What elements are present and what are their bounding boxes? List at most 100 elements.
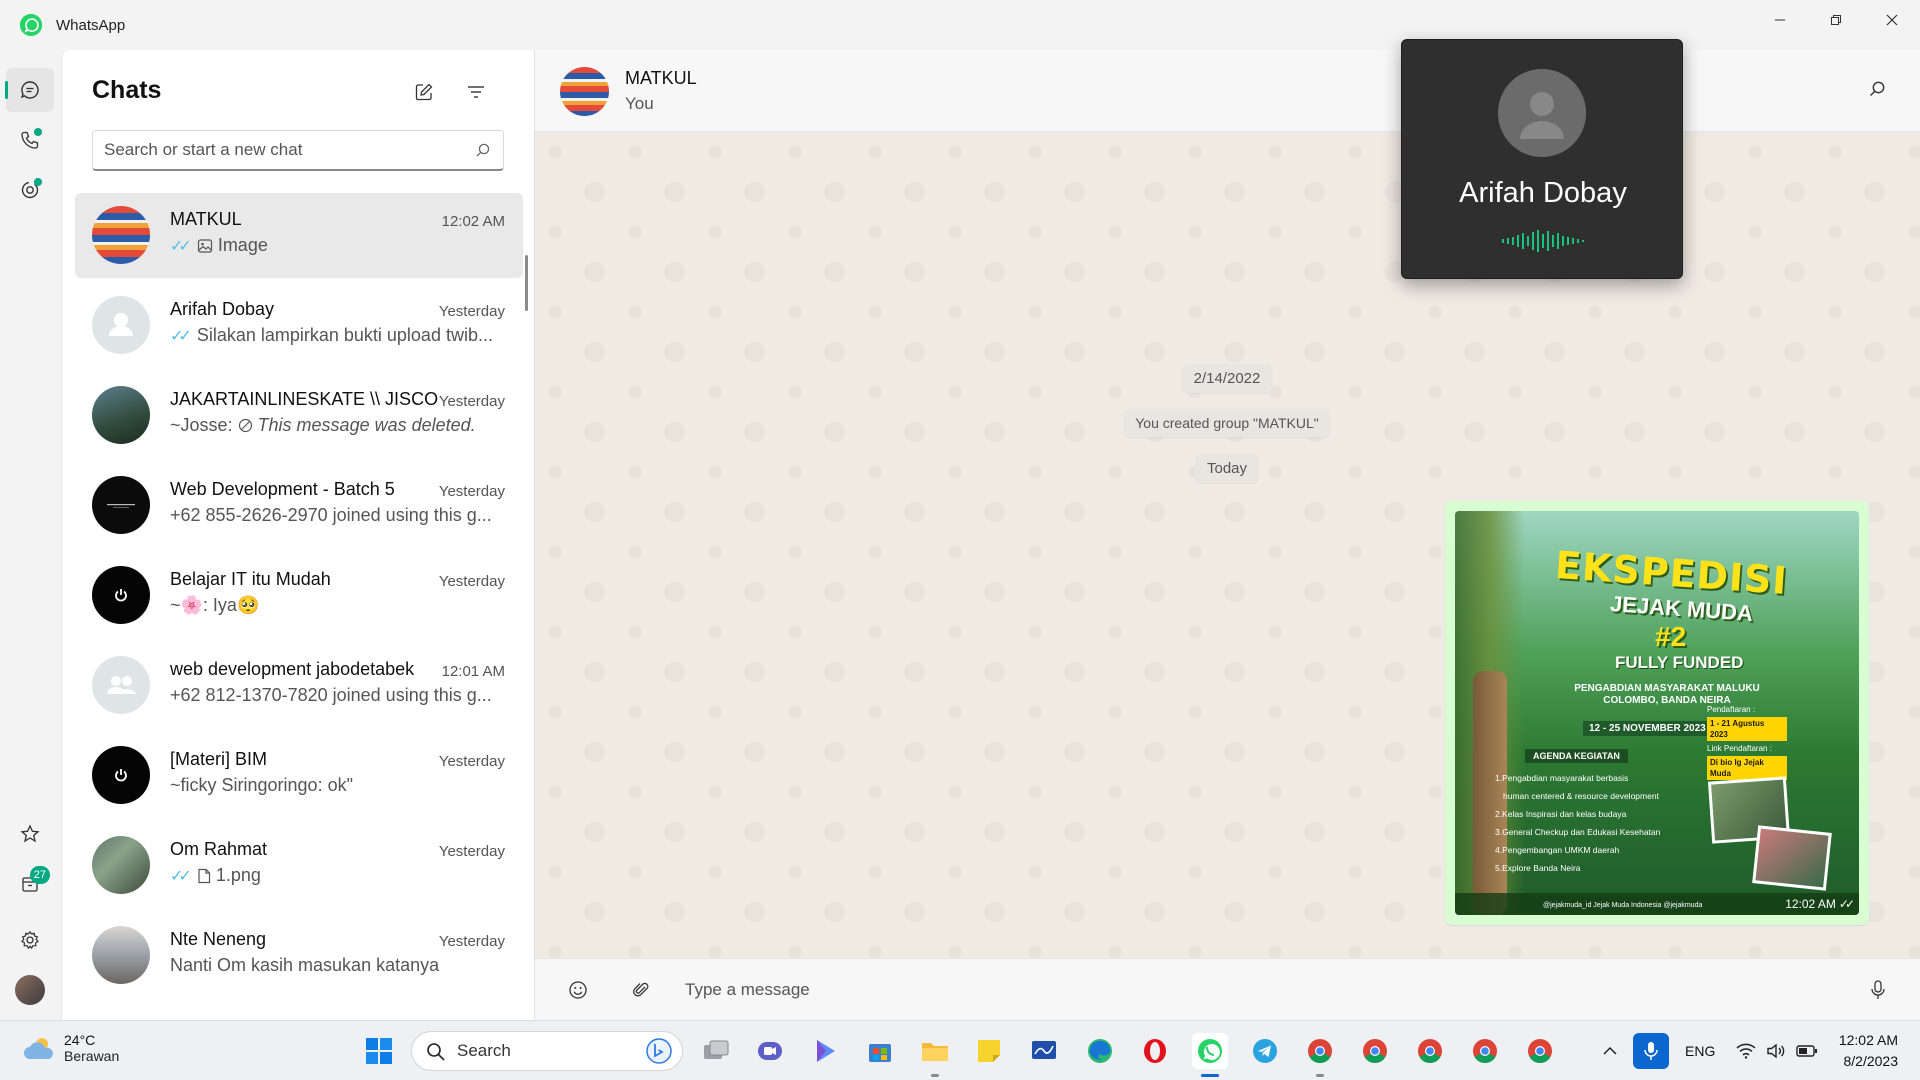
chat-item-materi-bim[interactable]: [Materi] BIM Yesterday ~ficky Siringorin… [75,733,523,818]
compose-icon [415,83,433,101]
video-chat-icon [758,1042,782,1060]
close-button[interactable] [1864,0,1920,40]
chat-item-arifah-dobay[interactable]: Arifah Dobay Yesterday ✓✓ Silakan lampir… [75,283,523,368]
preview-text: Nanti Om kasih masukan katanya [170,955,440,975]
emoji-button[interactable] [563,975,593,1005]
starred-tab[interactable] [6,812,54,856]
whiteboard-app[interactable] [1026,1033,1062,1069]
avatar [92,836,150,894]
whatsapp-taskbar-app[interactable] [1192,1033,1228,1077]
file-explorer-app[interactable] [917,1033,953,1077]
read-ticks-icon: ✓✓ [170,237,192,255]
microsoft-store-app[interactable] [862,1033,898,1069]
search-input[interactable] [93,140,453,160]
telegram-app[interactable] [1247,1033,1283,1069]
chat-time: 12:01 AM [441,663,505,680]
poster-funded: FULLY FUNDED [1615,653,1744,672]
preview-text: ~🌸: Iya🥺 [170,595,260,615]
gear-icon [21,930,39,950]
chat-preview: ~Josse: This message was deleted. [170,415,510,436]
date-separator: 2/14/2022 [1181,364,1273,393]
call-overlay[interactable]: Arifah Dobay [1401,39,1683,279]
chrome-app-3[interactable] [1412,1033,1448,1069]
group-avatar[interactable] [560,67,609,116]
chat-item-matkul[interactable]: MATKUL 12:02 AM ✓✓ Image [75,193,523,278]
restore-button[interactable] [1808,0,1864,40]
app-title: WhatsApp [56,16,126,34]
microphone-icon [1644,1042,1658,1060]
whiteboard-icon [1032,1041,1056,1059]
star-icon [20,824,40,843]
chat-preview: ✓✓ Image [170,235,510,256]
poster-agenda: 1.Pengabdian masyarakat berbasis human c… [1495,769,1700,877]
chat-preview: ✓✓ 1.png [170,865,510,886]
power-logo-icon [92,746,150,804]
chats-heading: Chats [92,76,162,104]
chrome-app-1[interactable] [1302,1033,1338,1077]
whatsapp-logo-icon [20,14,42,36]
clock[interactable]: 12:02 AM 8/2/2023 [1839,1030,1898,1072]
settings-tab[interactable] [6,918,54,962]
opera-browser-app[interactable] [1137,1033,1173,1069]
edge-browser-app[interactable] [1082,1033,1118,1069]
folder-icon [922,1043,948,1061]
language-indicator[interactable]: ENG [1685,1021,1715,1080]
chat-preview: Nanti Om kasih masukan katanya [170,955,510,976]
message-time-text: 12:02 AM [1785,897,1836,911]
conversation-title: MATKUL [625,68,697,88]
conversation-header[interactable]: MATKUL You [535,50,1920,132]
new-chat-button[interactable] [406,74,442,110]
chat-time: Yesterday [438,483,505,500]
preview-text: 1.png [215,865,261,885]
chrome-app-2[interactable] [1357,1033,1393,1069]
deleted-icon [238,418,252,433]
running-indicator [931,1074,939,1077]
chat-item-web-development-jabodetabek[interactable]: web development jabodetabek 12:01 AM +62… [75,643,523,728]
chat-preview: ~ficky Siringoringo: ok" [170,775,510,796]
voice-message-button[interactable] [1863,975,1893,1005]
chrome-app-5[interactable] [1522,1033,1558,1069]
preview-text: ~ficky Siringoringo: ok" [170,775,353,795]
whatsapp-icon [1198,1039,1222,1063]
poster-image[interactable]: EKSPEDISI JEJAK MUDA #2 FULLY FUNDED PEN… [1455,511,1859,915]
taskbar-search[interactable]: Search [411,1031,683,1071]
sticky-notes-app[interactable] [971,1033,1007,1069]
start-button[interactable] [361,1033,397,1069]
chat-item-nte-neneng[interactable]: Nte Neneng Yesterday Nanti Om kasih masu… [75,913,523,998]
chat-time: Yesterday [438,573,505,590]
chat-preview: +62 855-2626-2970 joined using this g... [170,505,510,526]
teams-app[interactable] [752,1033,788,1069]
chat-item-belajar-it-itu-mudah[interactable]: Belajar IT itu Mudah Yesterday ~🌸: Iya🥺 [75,553,523,638]
task-view-button[interactable] [698,1033,734,1069]
chat-item-om-rahmat[interactable]: Om Rahmat Yesterday ✓✓ 1.png [75,823,523,908]
weather-widget[interactable]: 24°C Berawan [22,1032,119,1064]
stream-app[interactable] [807,1033,843,1069]
status-tab[interactable] [6,168,54,212]
minimize-button[interactable] [1752,0,1808,40]
chat-list-scrollbar[interactable] [525,255,528,311]
poster-photo [1752,825,1832,891]
system-tray[interactable] [1736,1021,1818,1080]
chat-item-jakartainlineskate[interactable]: JAKARTAINLINESKATE \\ JISCO Yesterday ~J… [75,373,523,458]
emoji-icon [569,981,587,999]
profile-button[interactable] [6,968,54,1012]
document-icon [198,868,210,883]
search-messages-button[interactable] [1868,80,1886,103]
calls-tab[interactable] [6,118,54,162]
show-hidden-icons-button[interactable] [1592,1033,1628,1069]
message-time: 12:02 AM ✓✓ [1785,897,1855,911]
archived-tab[interactable]: 27 [6,862,54,906]
message-input[interactable] [685,975,1835,1005]
attach-button[interactable] [626,975,656,1005]
image-message[interactable]: EKSPEDISI JEJAK MUDA #2 FULLY FUNDED PEN… [1445,501,1869,925]
chrome-icon [1473,1039,1497,1064]
voice-access-button[interactable] [1633,1033,1669,1069]
chat-item-web-development-batch-5[interactable]: Web Development - Batch 5 Yesterday +62 … [75,463,523,548]
clock-time: 12:02 AM [1838,1032,1898,1048]
chats-tab[interactable] [5,68,54,112]
chrome-app-4[interactable] [1467,1033,1503,1069]
filter-button[interactable] [458,74,494,110]
chat-preview: +62 812-1370-7820 joined using this g... [170,685,510,706]
status-indicator-dot [34,178,42,186]
reg-label: Pendaftaran : [1707,705,1756,714]
